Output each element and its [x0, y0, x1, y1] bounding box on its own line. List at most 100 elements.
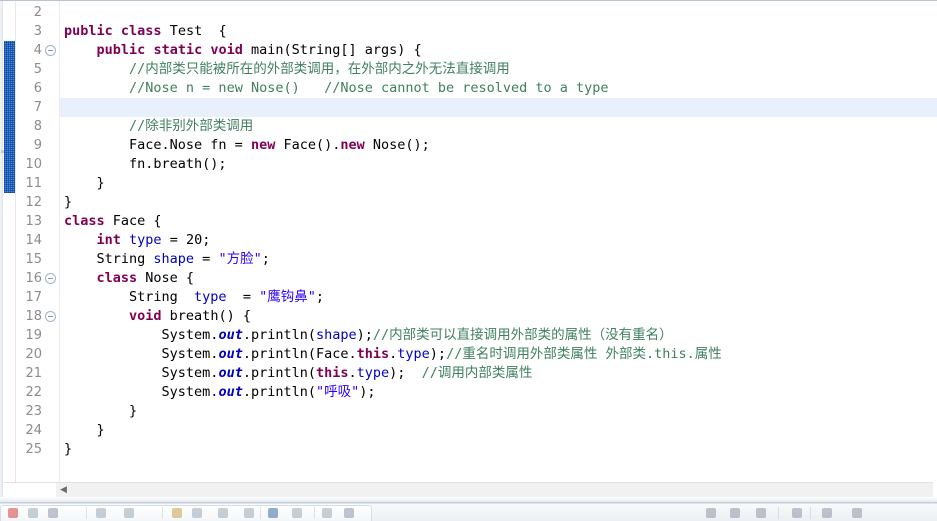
- code-token-pl: }: [64, 403, 138, 419]
- dot-icon[interactable]: [244, 508, 254, 518]
- circle-icon[interactable]: [28, 508, 38, 518]
- heart-icon[interactable]: [756, 508, 766, 518]
- taskbar-separator: [810, 507, 811, 519]
- code-token-pl: =: [226, 289, 260, 305]
- line-number: 3: [33, 24, 42, 39]
- code-token-pl: breath() {: [161, 308, 251, 324]
- code-token-pl: ;: [202, 232, 211, 248]
- line-number: 11: [25, 176, 42, 191]
- code-token-fld: shape: [315, 327, 357, 343]
- code-line[interactable]: String type = "鹰钩鼻";: [60, 288, 937, 307]
- code-token-kw: void: [210, 42, 243, 58]
- glasses-icon[interactable]: [730, 508, 740, 518]
- line-number: 22: [25, 385, 42, 400]
- code-line-text: }: [60, 174, 105, 193]
- code-line[interactable]: fn.breath();: [60, 155, 937, 174]
- browser-icon[interactable]: [48, 508, 58, 518]
- code-line[interactable]: public static void main(String[] args) {: [60, 41, 937, 60]
- code-line-text: fn.breath();: [60, 155, 227, 174]
- code-line[interactable]: System.out.println(Face.this.type);//重名时…: [60, 345, 937, 364]
- code-token-kw: class: [64, 213, 105, 229]
- code-line[interactable]: }: [60, 421, 937, 440]
- code-token-pl: =: [194, 251, 219, 267]
- code-token-kw: new: [340, 137, 365, 153]
- code-line-text: //内部类只能被所在的外部类调用，在外部内之外无法直接调用: [60, 60, 510, 79]
- app-icon[interactable]: [852, 508, 862, 518]
- code-token-kw: void: [129, 308, 162, 324]
- code-line-text: int type = 20;: [60, 231, 211, 250]
- code-line[interactable]: System.out.println(this.type); //调用内部类属性: [60, 364, 937, 383]
- code-token-pl: Test {: [161, 23, 227, 39]
- os-taskbar[interactable]: [0, 503, 937, 521]
- code-token-pl: System.: [64, 384, 219, 400]
- code-line-text: void breath() {: [60, 307, 251, 326]
- window-icon[interactable]: [822, 508, 832, 518]
- code-token-cmt: //Nose n = new Nose() //Nose cannot be r…: [129, 80, 609, 96]
- code-text-area[interactable]: public class Test { public static void m…: [60, 1, 937, 482]
- scroll-left-arrow-icon[interactable]: ◀: [58, 485, 69, 496]
- code-line[interactable]: }: [60, 440, 937, 459]
- fold-collapse-icon[interactable]: [45, 45, 56, 56]
- code-line[interactable]: System.out.println(shape);//内部类可以直接调用外部类…: [60, 326, 937, 345]
- code-line[interactable]: //除非别外部类调用: [60, 117, 937, 136]
- code-line-text: Face.Nose fn = new Face().new Nose();: [60, 136, 430, 155]
- code-line[interactable]: }: [60, 193, 937, 212]
- fold-collapse-icon[interactable]: [45, 273, 56, 284]
- code-token-cmt: //内部类可以直接调用外部类的属性（没有重名）: [372, 327, 673, 343]
- fold-collapse-icon[interactable]: [45, 311, 56, 322]
- code-token-pl: .println(: [242, 384, 316, 400]
- code-line[interactable]: //Nose n = new Nose() //Nose cannot be r…: [60, 79, 937, 98]
- code-line[interactable]: int type = 20;: [60, 231, 937, 250]
- code-line-text: class Face {: [60, 212, 162, 231]
- code-token-sfld: out: [218, 327, 243, 343]
- arrow-icon[interactable]: [124, 508, 134, 518]
- editor-horizontal-scrollbar[interactable]: ◀: [4, 482, 933, 497]
- code-token-num: 20: [185, 232, 203, 248]
- code-token-fld: type: [129, 232, 162, 248]
- media-icon[interactable]: [192, 508, 202, 518]
- circle-icon[interactable]: [96, 508, 106, 518]
- line-number-gutter[interactable]: 2 3 4 5 6 7 8 9 10 11 12 13 14 15 16 17 18 19 20 21 22 23 24 25: [16, 1, 59, 482]
- code-line[interactable]: class Face {: [60, 212, 937, 231]
- code-token-pl: .: [348, 365, 357, 381]
- code-line[interactable]: }: [60, 174, 937, 193]
- pin-icon[interactable]: [218, 508, 228, 518]
- monitor-icon[interactable]: [268, 508, 278, 518]
- pin2-icon[interactable]: [322, 508, 332, 518]
- line-number: 23: [25, 404, 42, 419]
- code-line[interactable]: System.out.println("呼吸");: [60, 383, 937, 402]
- pdf-icon[interactable]: [8, 508, 18, 518]
- code-line[interactable]: class Nose {: [60, 269, 937, 288]
- code-line-text: System.out.println(Face.this.type);//重名时…: [60, 345, 722, 364]
- copy-icon[interactable]: [792, 508, 802, 518]
- code-token-kw: class: [96, 270, 138, 286]
- code-line[interactable]: void breath() {: [60, 307, 937, 326]
- line-number: 9: [33, 138, 42, 153]
- code-line-text: System.out.println(this.type); //调用内部类属性: [60, 364, 533, 383]
- line-number: 12: [25, 195, 42, 210]
- code-line[interactable]: String shape = "方脸";: [60, 250, 937, 269]
- code-token-kw: public: [96, 42, 146, 58]
- document-icon[interactable]: [172, 508, 182, 518]
- note-icon[interactable]: [292, 508, 302, 518]
- java-source-editor[interactable]: » 2 3 4 5 6 7 8 9 10 11 12 13 14 15 16 17 18 19 20 21 22 23 24…: [0, 0, 937, 497]
- code-token-pl: );: [356, 327, 373, 343]
- code-line-text: String shape = "方脸";: [60, 250, 270, 269]
- code-line[interactable]: }: [60, 402, 937, 421]
- code-token-fld: type: [397, 346, 430, 362]
- code-line[interactable]: public class Test {: [60, 22, 937, 41]
- code-token-sfld: out: [218, 365, 243, 381]
- grid-icon[interactable]: [344, 508, 354, 518]
- minus-icon[interactable]: [706, 508, 716, 518]
- code-token-pl: }: [64, 441, 73, 457]
- code-line-text: class Nose {: [60, 269, 195, 288]
- line-number: 4: [33, 43, 42, 58]
- code-line-current[interactable]: [60, 98, 937, 117]
- code-line[interactable]: Face.Nose fn = new Face().new Nose();: [60, 136, 937, 155]
- code-line[interactable]: //内部类只能被所在的外部类调用，在外部内之外无法直接调用: [60, 60, 937, 79]
- code-line[interactable]: [60, 3, 937, 22]
